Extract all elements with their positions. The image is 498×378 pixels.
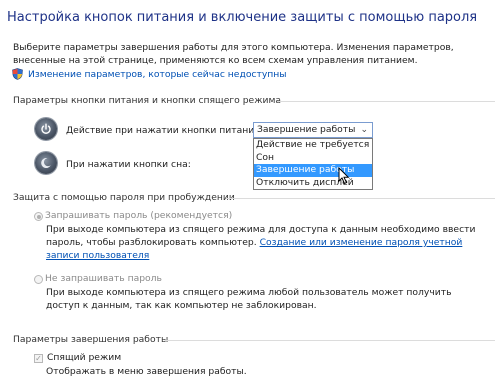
dropdown-option-no-action[interactable]: Действие не требуется xyxy=(254,139,372,152)
sleep-mode-desc: Отображать в меню завершения работы. xyxy=(46,366,247,377)
dropdown-option-shutdown[interactable]: Завершение работы xyxy=(254,164,372,177)
no-password-label: Не запрашивать пароль xyxy=(45,273,162,284)
dropdown-option-display-off[interactable]: Отключить дисплей xyxy=(254,177,372,190)
power-action-select[interactable]: Завершение работы ⌄ xyxy=(253,122,373,138)
mouse-cursor-icon xyxy=(338,167,350,185)
power-buttons-section-title: Параметры кнопки питания и кнопки спящег… xyxy=(13,95,282,106)
require-password-label: Запрашивать пароль (рекомендуется) xyxy=(45,210,233,221)
dropdown-option-sleep[interactable]: Сон xyxy=(254,152,372,165)
power-action-value: Завершение работы xyxy=(257,124,356,135)
power-button-label: Действие при нажатии кнопки питания: xyxy=(66,125,263,136)
require-password-desc: При выходе компьютера из спящего режима … xyxy=(46,224,476,261)
no-password-radio[interactable] xyxy=(34,275,43,284)
sleep-mode-checkbox[interactable]: ✓ xyxy=(34,354,43,363)
intro-text: Выберите параметры завершения работы для… xyxy=(13,42,454,66)
sleep-button-label: При нажатии кнопки сна: xyxy=(66,159,191,170)
section-divider xyxy=(277,101,495,102)
change-unavailable-settings[interactable]: Изменение параметров, которые сейчас нед… xyxy=(12,67,287,81)
section-divider xyxy=(165,340,495,341)
section-divider xyxy=(226,198,495,199)
sleep-button-icon xyxy=(35,152,57,174)
chevron-down-icon: ⌄ xyxy=(360,125,368,135)
sleep-mode-label: Спящий режим xyxy=(47,352,122,363)
no-password-desc: При выходе компьютера из спящего режима … xyxy=(46,287,452,311)
require-password-radio[interactable] xyxy=(34,212,43,221)
change-unavailable-link[interactable]: Изменение параметров, которые сейчас нед… xyxy=(28,69,287,80)
password-section-title: Защита с помощью пароля при пробуждении xyxy=(13,192,235,203)
page-title: Настройка кнопок питания и включение защ… xyxy=(7,10,478,25)
power-button-icon xyxy=(35,118,57,140)
uac-shield-icon xyxy=(12,68,23,80)
power-action-dropdown[interactable]: Действие не требуется Сон Завершение раб… xyxy=(253,138,373,190)
shutdown-section-title: Параметры завершения работы xyxy=(13,334,169,345)
